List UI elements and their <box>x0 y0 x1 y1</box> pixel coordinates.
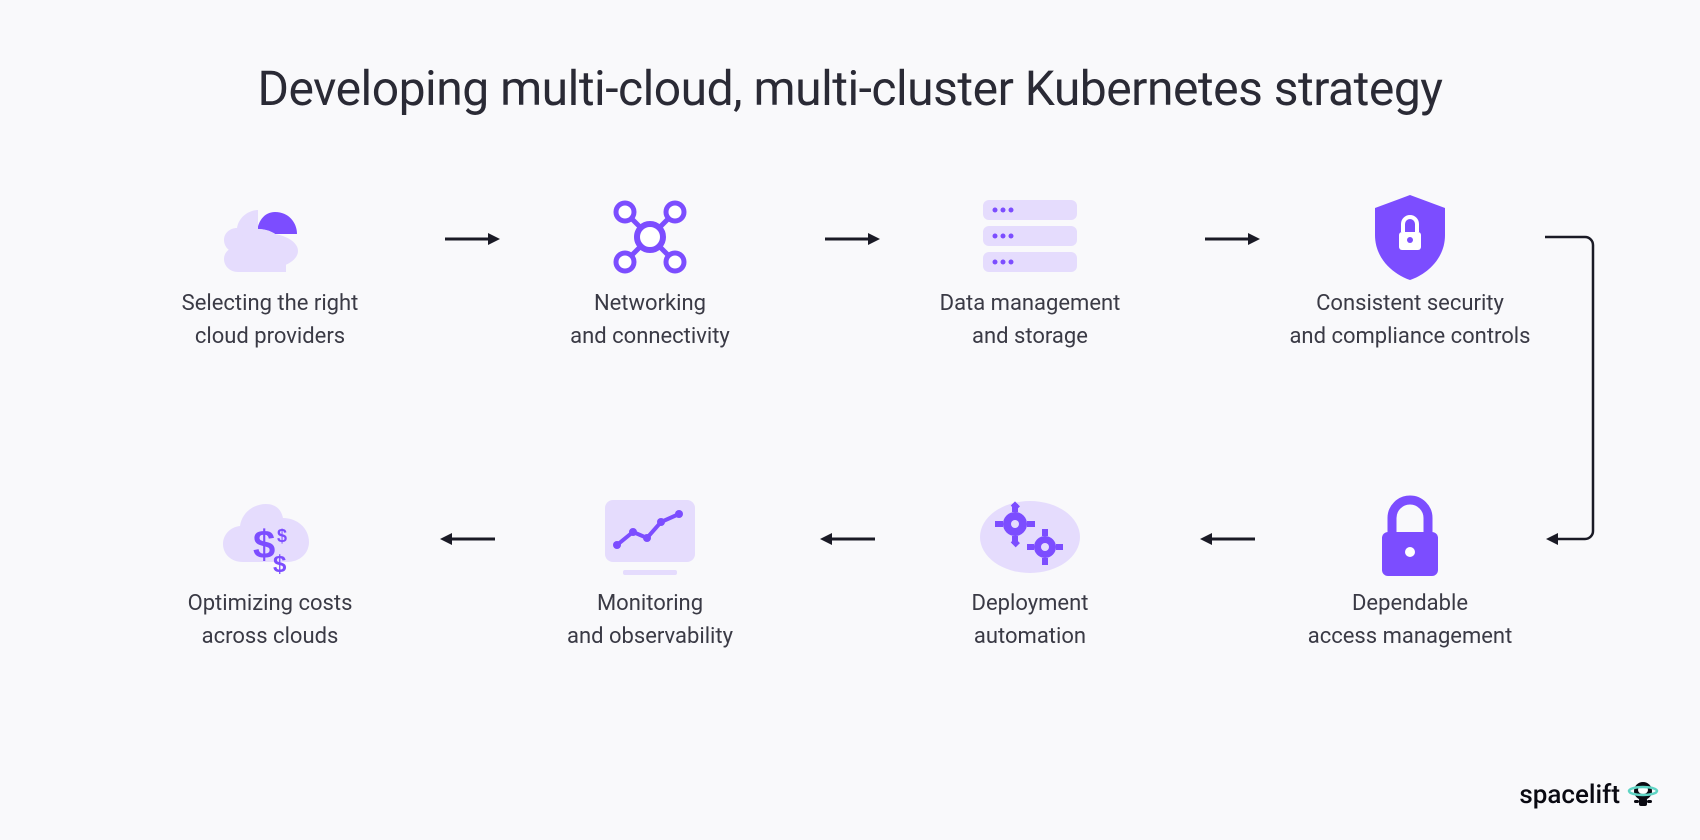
step-cost-optimize: $ $ $ Optimizing costs across clouds <box>140 487 400 653</box>
svg-text:$: $ <box>273 551 287 578</box>
flow-container: Selecting the right cloud providers Netw… <box>140 187 1560 747</box>
step-label: Optimizing costs across clouds <box>140 587 400 653</box>
step-data-storage: Data management and storage <box>900 187 1160 353</box>
arrow-left-icon <box>440 529 500 549</box>
step-monitoring: Monitoring and observability <box>520 487 780 653</box>
network-icon <box>520 187 780 287</box>
brand-logo: spacelift <box>1519 778 1660 812</box>
step-label: Dependable access management <box>1280 587 1540 653</box>
lock-icon <box>1280 487 1540 587</box>
arrow-right-icon <box>1200 229 1260 249</box>
arrow-left-icon <box>820 529 880 549</box>
svg-text:$: $ <box>277 526 287 546</box>
step-networking: Networking and connectivity <box>520 187 780 353</box>
turn-connector-icon <box>1540 231 1600 551</box>
monitor-chart-icon <box>520 487 780 587</box>
database-icon <box>900 187 1160 287</box>
step-label: Data management and storage <box>900 287 1160 353</box>
step-security: Consistent security and compliance contr… <box>1280 187 1540 353</box>
step-label: Deployment automation <box>900 587 1160 653</box>
step-label: Networking and connectivity <box>520 287 780 353</box>
step-cloud-providers: Selecting the right cloud providers <box>140 187 400 353</box>
step-deploy-automation: Deployment automation <box>900 487 1160 653</box>
arrow-right-icon <box>820 229 880 249</box>
step-access-mgmt: Dependable access management <box>1280 487 1540 653</box>
cloud-cost-icon: $ $ $ <box>140 487 400 587</box>
step-label: Selecting the right cloud providers <box>140 287 400 353</box>
svg-text:$: $ <box>253 523 275 567</box>
astronaut-icon <box>1626 778 1660 812</box>
brand-name: spacelift <box>1519 780 1620 810</box>
arrow-right-icon <box>440 229 500 249</box>
shield-icon <box>1280 187 1540 287</box>
step-label: Consistent security and compliance contr… <box>1280 287 1540 353</box>
diagram-title: Developing multi-cloud, multi-cluster Ku… <box>0 0 1700 117</box>
arrow-left-icon <box>1200 529 1260 549</box>
gears-icon <box>900 487 1160 587</box>
cloud-icon <box>140 187 400 287</box>
step-label: Monitoring and observability <box>520 587 780 653</box>
